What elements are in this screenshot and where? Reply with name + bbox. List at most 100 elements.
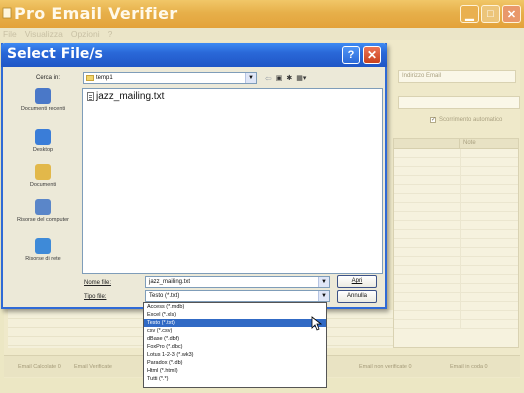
look-in-value: temp1: [96, 75, 113, 81]
my-computer-icon: [35, 199, 51, 215]
view-menu-icon[interactable]: ▦▾: [296, 74, 306, 82]
autoscroll-option[interactable]: ✓ Scorrimento automatico: [430, 117, 502, 123]
grid-row: [394, 167, 518, 176]
grid-row: [394, 320, 518, 329]
file-type-option[interactable]: FoxPro (*.dbc): [144, 343, 326, 351]
file-type-option-selected[interactable]: Testo (*.txt): [144, 319, 326, 327]
app-titlebar: Pro Email Verifier ▁ □ ✕: [0, 0, 524, 28]
file-type-option[interactable]: Lotus 1-2-3 (*.wk3): [144, 351, 326, 359]
places-bar: Documenti recenti Desktop Documenti Riso…: [9, 88, 77, 298]
results-grid: Note: [393, 138, 519, 348]
grid-row: [394, 176, 518, 185]
file-name: jazz_mailing.txt: [96, 91, 165, 102]
menu-visualizza[interactable]: Visualizza: [25, 28, 63, 40]
file-type-dropdown[interactable]: Access (*.mdb) Excel (*.xls) Testo (*.tx…: [143, 302, 327, 388]
file-type-option[interactable]: Html (*.html): [144, 367, 326, 375]
grid-row: [394, 302, 518, 311]
grid-row: [394, 284, 518, 293]
menu-help[interactable]: ?: [108, 28, 113, 40]
grid-header: Note: [394, 139, 518, 149]
grid-row: [394, 158, 518, 167]
address-field[interactable]: [398, 96, 520, 109]
autoscroll-label: Scorrimento automatico: [439, 117, 503, 123]
cancel-button[interactable]: Annulla: [337, 290, 377, 303]
file-type-option[interactable]: Paradox (*.db): [144, 359, 326, 367]
dialog-title: Select File/s: [7, 46, 103, 62]
grid-row: [394, 275, 518, 284]
dialog-titlebar[interactable]: Select File/s ? ✕: [1, 43, 387, 67]
file-type-option[interactable]: Access (*.mdb): [144, 303, 326, 311]
place-recent-documents[interactable]: Documenti recenti: [9, 88, 77, 113]
chevron-down-icon[interactable]: ▼: [245, 73, 256, 83]
my-documents-icon: [35, 164, 51, 180]
grid-row: [394, 257, 518, 266]
close-icon: ✕: [506, 8, 517, 21]
file-item[interactable]: jazz_mailing.txt: [87, 91, 164, 102]
chevron-down-icon[interactable]: ▼: [318, 291, 329, 301]
look-in-select[interactable]: temp1 ▼: [83, 72, 257, 84]
place-label: Documenti: [29, 182, 57, 188]
file-type-option[interactable]: csv (*.csv): [144, 327, 326, 335]
file-type-option[interactable]: Tutti (*.*): [144, 375, 326, 383]
menu-opzioni[interactable]: Opzioni: [71, 28, 100, 40]
file-list[interactable]: jazz_mailing.txt: [82, 88, 383, 274]
grid-row: [394, 266, 518, 275]
status-verificate: Email Verificate: [74, 363, 112, 370]
place-my-documents[interactable]: Documenti: [9, 164, 77, 189]
grid-row: [394, 230, 518, 239]
place-desktop[interactable]: Desktop: [9, 129, 77, 154]
status-calcolate: Email Calcolate 0: [18, 363, 61, 370]
dialog-close-button[interactable]: ✕: [363, 46, 381, 64]
file-type-select[interactable]: Testo (*.txt) ▼: [145, 290, 330, 302]
grid-row: [394, 185, 518, 194]
file-type-value: Testo (*.txt): [149, 293, 180, 299]
menu-file[interactable]: File: [3, 28, 17, 40]
grid-row: [394, 221, 518, 230]
folder-icon: [86, 75, 94, 81]
file-name-value: jazz_mailing.txt: [149, 279, 191, 285]
file-type-option[interactable]: Excel (*.xls): [144, 311, 326, 319]
up-folder-icon[interactable]: ▣: [276, 74, 283, 82]
open-button[interactable]: Apri: [337, 275, 377, 288]
status-in-coda: Email in coda 0: [450, 363, 488, 370]
file-type-label: Tipo file:: [84, 294, 107, 300]
minimize-icon: ▁: [465, 8, 474, 21]
look-in-label: Cerca in:: [36, 75, 61, 81]
file-name-input[interactable]: jazz_mailing.txt ▼: [145, 276, 330, 288]
place-label: Documenti recenti: [20, 106, 66, 112]
grid-row: [394, 239, 518, 248]
grid-row: [394, 311, 518, 320]
desktop-icon: [35, 129, 51, 145]
place-network[interactable]: Risorse di rete: [9, 238, 77, 263]
address-header: Indirizzo Email: [398, 70, 516, 83]
grid-row: [394, 149, 518, 158]
grid-row: [394, 248, 518, 257]
maximize-button[interactable]: □: [481, 5, 500, 23]
chevron-down-icon[interactable]: ▼: [318, 277, 329, 287]
grid-header-col1: [394, 139, 460, 148]
place-label: Risorse di rete: [25, 256, 61, 262]
grid-row: [394, 194, 518, 203]
maximize-icon: □: [487, 8, 494, 20]
status-non-verificate: Email non verificate 0: [359, 363, 412, 370]
back-icon[interactable]: ⇦: [265, 74, 272, 83]
grid-row: [394, 293, 518, 302]
app-title: Pro Email Verifier: [14, 4, 178, 23]
file-name-label: Nome file:: [84, 280, 112, 286]
minimize-button[interactable]: ▁: [460, 5, 479, 23]
text-file-icon: [87, 92, 94, 101]
app-close-button[interactable]: ✕: [502, 5, 521, 23]
new-folder-icon[interactable]: ✱: [286, 74, 292, 82]
grid-header-notes: Note: [463, 140, 476, 146]
file-type-option[interactable]: dBase (*.dbf): [144, 335, 326, 343]
place-label: Desktop: [32, 147, 54, 153]
select-file-dialog: Select File/s ? ✕ Cerca in: temp1 ▼ ⇦ ▣ …: [1, 43, 387, 309]
mouse-cursor-icon: [311, 316, 323, 331]
recent-documents-icon: [35, 88, 51, 104]
grid-row: [394, 212, 518, 221]
autoscroll-checkbox[interactable]: ✓: [430, 117, 436, 123]
help-button[interactable]: ?: [342, 46, 360, 64]
place-label: Risorse del computer: [17, 217, 69, 223]
place-my-computer[interactable]: Risorse del computer: [9, 199, 77, 224]
navigation-toolbar: ⇦ ▣ ✱ ▦▾: [265, 72, 306, 84]
